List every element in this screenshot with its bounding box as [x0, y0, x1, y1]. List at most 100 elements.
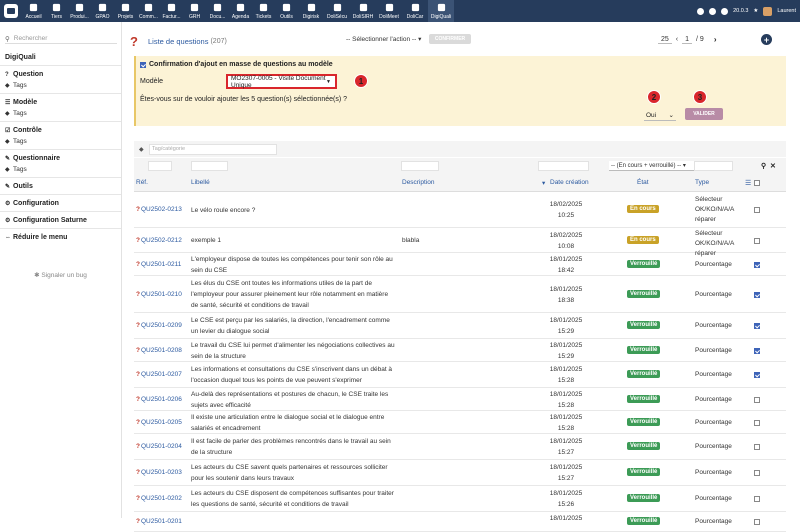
question-label: Il existe une articulation entre le dial… [191, 414, 385, 432]
row-select-checkbox[interactable] [754, 261, 760, 268]
chevron-left-icon[interactable]: ‹ [676, 36, 678, 43]
pen-icon: ✎ [5, 156, 11, 162]
sidebar-app-title[interactable]: DigiQuali [0, 52, 121, 63]
module-grh[interactable]: GRH [183, 0, 206, 22]
libelle-filter-input[interactable] [191, 161, 228, 171]
header-type[interactable]: Type [695, 179, 709, 186]
header-date[interactable]: Date création [550, 179, 589, 186]
sidebar-item-question[interactable]: ? Question [0, 69, 121, 80]
module-digirisk[interactable]: Digirisk [298, 0, 324, 22]
question-ref-link[interactable]: ?QU2502-0212 [136, 237, 182, 244]
print-icon[interactable] [709, 7, 717, 15]
question-ref-link[interactable]: ?QU2501-0211 [136, 261, 181, 268]
module-docu[interactable]: Docu... [206, 0, 229, 22]
validate-button[interactable]: VALIDER [685, 108, 723, 120]
row-select-checkbox[interactable] [754, 444, 760, 450]
module-agenda[interactable]: Agenda [229, 0, 252, 22]
tag-filter-input[interactable]: Tag/catégorie [149, 143, 277, 155]
question-ref-link[interactable]: ?QU2501-0207 [136, 371, 182, 378]
row-select-checkbox[interactable] [754, 237, 760, 244]
creation-date: 18/01/2025 15:28 [549, 414, 583, 432]
question-ref-link[interactable]: ?QU2501-0204 [136, 443, 182, 450]
header-libelle[interactable]: Libellé [191, 179, 210, 186]
row-select-checkbox[interactable] [754, 291, 760, 298]
sidebar-item-questionnaire[interactable]: ✎ Questionnaire [0, 153, 121, 164]
select-all-checkbox[interactable] [754, 180, 760, 186]
module-comm[interactable]: Comm... [137, 0, 160, 22]
module-digiquali[interactable]: DigiQuali [428, 0, 454, 22]
row-select-checkbox[interactable] [754, 419, 760, 426]
question-ref-link[interactable]: ?QU2502-0213 [136, 206, 182, 213]
row-select-checkbox[interactable] [754, 372, 760, 378]
sidebar-subitem-tags[interactable]: ◆ Tags [0, 164, 121, 175]
header-ref[interactable]: Réf. [136, 179, 148, 186]
question-ref-link[interactable]: ?QU2501-0201 [136, 518, 182, 525]
module-accueil[interactable]: Accueil [22, 0, 45, 22]
confirm-button[interactable]: CONFIRMER [429, 34, 471, 44]
model-select[interactable]: MO2307-0005 - Visite Document Unique ▼ [226, 74, 337, 89]
module-gpao[interactable]: GPAO [91, 0, 114, 22]
user-name[interactable]: Laurent [777, 8, 796, 14]
module-outils[interactable]: Outils [275, 0, 298, 22]
next-page-icon[interactable]: › [714, 35, 717, 44]
chevron-down-icon: ⌄ [668, 112, 674, 119]
module-projets[interactable]: Projets [114, 0, 137, 22]
question-ref-link[interactable]: ?QU2501-0205 [136, 419, 182, 426]
star-icon[interactable]: ★ [753, 8, 758, 14]
row-select-checkbox[interactable] [754, 347, 760, 354]
row-select-checkbox[interactable] [754, 396, 760, 403]
etat-filter-select[interactable]: -- (En cours + verrouillé) -- ▾ [609, 161, 699, 171]
question-ref-link[interactable]: ?QU2501-0209 [136, 322, 182, 329]
row-select-checkbox[interactable] [754, 496, 760, 502]
question-ref-link[interactable]: ?QU2501-0203 [136, 469, 182, 476]
module-label: Tickets [255, 14, 272, 20]
question-ref-link[interactable]: ?QU2501-0202 [136, 495, 182, 502]
add-question-button[interactable]: + [761, 34, 772, 45]
ref-filter-input[interactable] [148, 161, 172, 171]
type-filter-input[interactable] [694, 161, 733, 171]
module-tiers[interactable]: Tiers [45, 0, 68, 22]
sidebar-item-configuration-saturne[interactable]: ⚙ Configuration Saturne [0, 215, 121, 226]
page-number-input[interactable]: 1 [682, 36, 693, 44]
module-tickets[interactable]: Tickets [252, 0, 275, 22]
date-filter-input[interactable] [538, 161, 589, 171]
avatar[interactable] [763, 6, 773, 16]
help-icon[interactable] [721, 7, 729, 15]
sidebar-item-modele[interactable]: ☰ Modèle [0, 97, 121, 108]
mass-action-select[interactable]: -- Sélectionner l'action -- ▾ [346, 35, 421, 43]
module-factur[interactable]: Factur... [160, 0, 183, 22]
question-ref-link[interactable]: ?QU2501-0208 [136, 347, 182, 354]
row-select-checkbox[interactable] [754, 470, 760, 476]
module-dolimeet[interactable]: DoliMeet [376, 0, 402, 22]
header-etat[interactable]: État [637, 179, 649, 186]
close-icon[interactable]: ✕ [770, 163, 776, 170]
columns-icon[interactable]: ☰ [745, 179, 751, 187]
sidebar-item-outils[interactable]: ✎ Outils [0, 181, 121, 192]
row-select-checkbox[interactable] [754, 207, 760, 213]
question-label: L'employeur dispose de toutes les compét… [191, 256, 393, 274]
search-icon[interactable]: ⚲ [761, 163, 766, 170]
header-description[interactable]: Description [402, 179, 435, 186]
module-dolicar[interactable]: DoliCar [402, 0, 428, 22]
sidebar-item-controle[interactable]: ☑ Contrôle [0, 125, 121, 136]
app-logo[interactable] [0, 0, 22, 22]
confirm-answer-select[interactable]: Oui ⌄ [644, 110, 676, 121]
module-dolisirh[interactable]: DoliSIRH [350, 0, 376, 22]
sidebar-subitem-tags[interactable]: ◆ Tags [0, 80, 121, 91]
sidebar-item-configuration[interactable]: ⚙ Configuration [0, 198, 121, 209]
sidebar-subitem-tags[interactable]: ◆ Tags [0, 108, 121, 119]
sidebar-search[interactable]: ⚲ Rechercher [5, 34, 117, 44]
sidebar-item-reduce-menu[interactable]: ⇔ Réduire le menu [0, 232, 121, 243]
module-produi[interactable]: Produi... [68, 0, 91, 22]
question-ref-link[interactable]: ?QU2501-0206 [136, 396, 182, 403]
sidebar-subitem-tags[interactable]: ◆ Tags [0, 136, 121, 147]
description-filter-input[interactable] [401, 161, 439, 171]
question-ref-link[interactable]: ?QU2501-0210 [136, 291, 182, 298]
search-input[interactable]: Rechercher [14, 35, 48, 42]
row-select-checkbox[interactable] [754, 519, 760, 525]
report-bug-link[interactable]: ✱ Signaler un bug [0, 271, 121, 279]
page-size-select[interactable]: 25 [658, 36, 672, 44]
row-select-checkbox[interactable] [754, 323, 760, 329]
module-dolis-cu[interactable]: DoliSécu [324, 0, 350, 22]
globe-icon[interactable] [697, 7, 705, 15]
